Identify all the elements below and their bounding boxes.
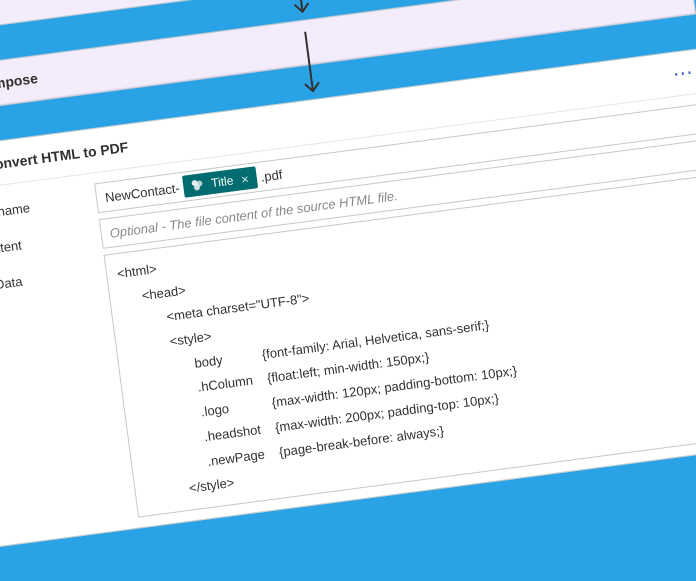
sharepoint-icon xyxy=(188,176,206,194)
token-remove-icon[interactable]: × xyxy=(238,172,251,186)
filename-suffix-text: .pdf xyxy=(258,166,285,184)
field-label: File Content xyxy=(0,220,92,261)
token-label: Title xyxy=(210,173,234,190)
field-label: HTML Data xyxy=(0,256,97,297)
flow-arrow-icon xyxy=(283,0,316,21)
field-label: PDF Filename xyxy=(0,185,87,226)
dynamic-token-title[interactable]: Title × xyxy=(182,166,258,197)
filename-prefix-text: NewContact- xyxy=(102,180,182,205)
html-data-code[interactable]: <html> <head> <meta charset="UTF-8"> <st… xyxy=(116,212,529,507)
more-menu-button[interactable]: ⋯ xyxy=(653,0,694,9)
more-menu-button[interactable]: ⋯ xyxy=(663,58,696,88)
